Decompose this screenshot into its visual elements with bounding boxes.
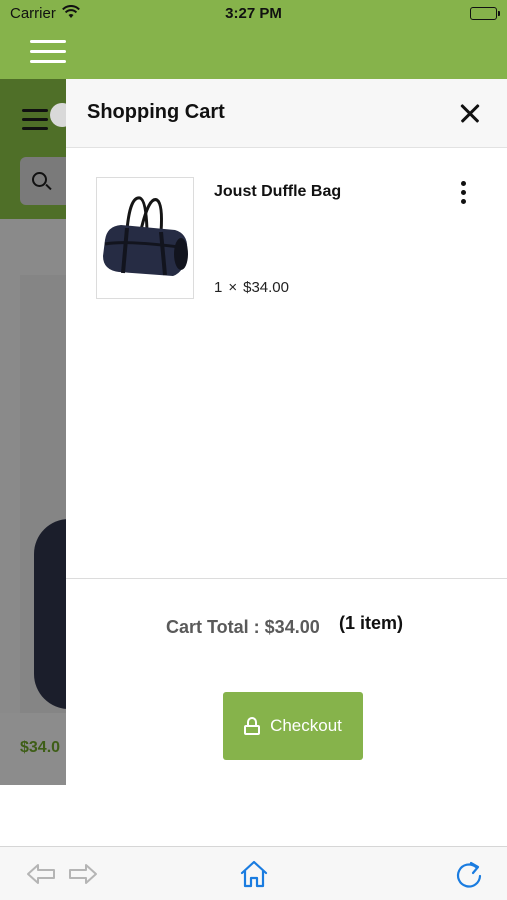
divider (66, 578, 507, 579)
item-quantity-price: 1 × $34.00 (214, 279, 289, 296)
background-page-overlay[interactable]: $34.0 (0, 79, 66, 785)
reload-icon[interactable] (452, 857, 486, 891)
item-name[interactable]: Joust Duffle Bag (214, 183, 341, 201)
background-product-price: $34.0 (20, 739, 61, 756)
product-thumbnail[interactable] (96, 177, 194, 299)
app-header (0, 28, 507, 79)
background-product-image (34, 519, 66, 709)
background-search-field (20, 157, 66, 205)
lock-icon (244, 717, 261, 735)
checkout-label: Checkout (270, 716, 342, 735)
duffle-bag-image (103, 196, 188, 276)
home-icon[interactable] (237, 857, 271, 891)
item-quantity: 1 (214, 279, 223, 296)
cart-total: Cart Total : $34.00 (166, 617, 320, 637)
search-icon (32, 172, 47, 187)
shopping-cart-drawer: Shopping Cart Joust Duffle Bag 1 × $34.00 … (66, 79, 507, 846)
hamburger-icon[interactable] (30, 40, 66, 64)
drawer-title: Shopping Cart (87, 101, 225, 123)
item-price: $34.00 (243, 279, 289, 296)
status-time: 3:27 PM (225, 5, 282, 22)
background-header (0, 79, 66, 219)
forward-arrow-icon[interactable] (66, 857, 100, 891)
checkout-button[interactable]: Checkout (223, 692, 363, 760)
background-logo (50, 103, 66, 127)
status-bar: Carrier 3:27 PM (0, 0, 507, 28)
more-vertical-icon[interactable] (454, 181, 472, 209)
drawer-header: Shopping Cart (66, 79, 507, 148)
back-arrow-icon[interactable] (24, 857, 58, 891)
cart-item-count: (1 item) (339, 613, 404, 633)
cart-item: Joust Duffle Bag 1 × $34.00 (66, 169, 507, 309)
background-hamburger-icon (22, 109, 48, 133)
times-symbol: × (228, 279, 238, 296)
battery-icon (470, 7, 500, 20)
browser-toolbar (0, 846, 507, 900)
close-icon[interactable] (458, 101, 484, 127)
